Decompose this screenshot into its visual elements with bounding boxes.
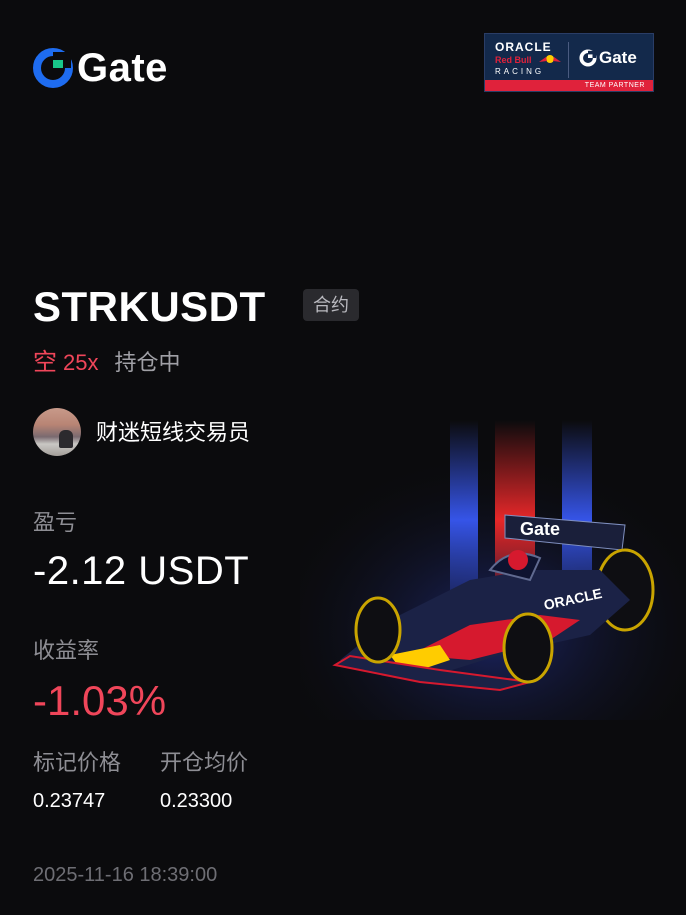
pnl-label: 盈亏 bbox=[33, 510, 78, 535]
sponsor-gate-logo: Gate bbox=[579, 48, 637, 68]
timestamp: 2025-11-16 18:39:00 bbox=[33, 864, 218, 886]
gate-logo-icon bbox=[33, 48, 73, 88]
sponsor-racing-text: RACING bbox=[495, 67, 545, 76]
sponsor-partner-label: TEAM PARTNER bbox=[485, 80, 653, 91]
position-leverage: 25x bbox=[63, 350, 99, 375]
sponsor-divider bbox=[568, 42, 569, 78]
sponsor-oracle-text: ORACLE bbox=[495, 40, 552, 54]
roe-value: -1.03% bbox=[33, 677, 167, 724]
gate-small-icon bbox=[579, 49, 597, 67]
car-wing-text: Gate bbox=[520, 519, 560, 539]
position-direction: 空 bbox=[33, 349, 57, 376]
redbull-icon bbox=[539, 55, 561, 63]
entry-price-label: 开仓均价 bbox=[160, 750, 249, 775]
roe-label: 收益率 bbox=[33, 638, 100, 663]
mark-price-value: 0.23747 bbox=[33, 790, 106, 812]
trading-pair: STRKUSDT bbox=[33, 283, 266, 330]
avatar bbox=[33, 408, 81, 456]
race-car-illustration: Gate ORACLE bbox=[300, 420, 686, 720]
entry-price-value: 0.23300 bbox=[160, 790, 233, 812]
contract-type-tag: 合约 bbox=[303, 289, 359, 321]
position-status: 持仓中 bbox=[114, 350, 181, 375]
pnl-value: -2.12 USDT bbox=[33, 549, 250, 593]
username: 财迷短线交易员 bbox=[96, 420, 251, 445]
brand-logo: Gate bbox=[33, 46, 168, 90]
mark-price-label: 标记价格 bbox=[33, 750, 122, 775]
position-info-row: 空 25x 持仓中 bbox=[33, 342, 181, 377]
avatar-figure bbox=[59, 430, 73, 448]
share-card: Gate ORACLE Red Bull RACING Gate TEAM PA… bbox=[0, 0, 686, 915]
brand-name: Gate bbox=[77, 46, 168, 90]
sponsor-badge: ORACLE Red Bull RACING Gate TEAM PARTNER bbox=[484, 33, 654, 92]
sponsor-redbull-text: Red Bull bbox=[495, 55, 532, 65]
